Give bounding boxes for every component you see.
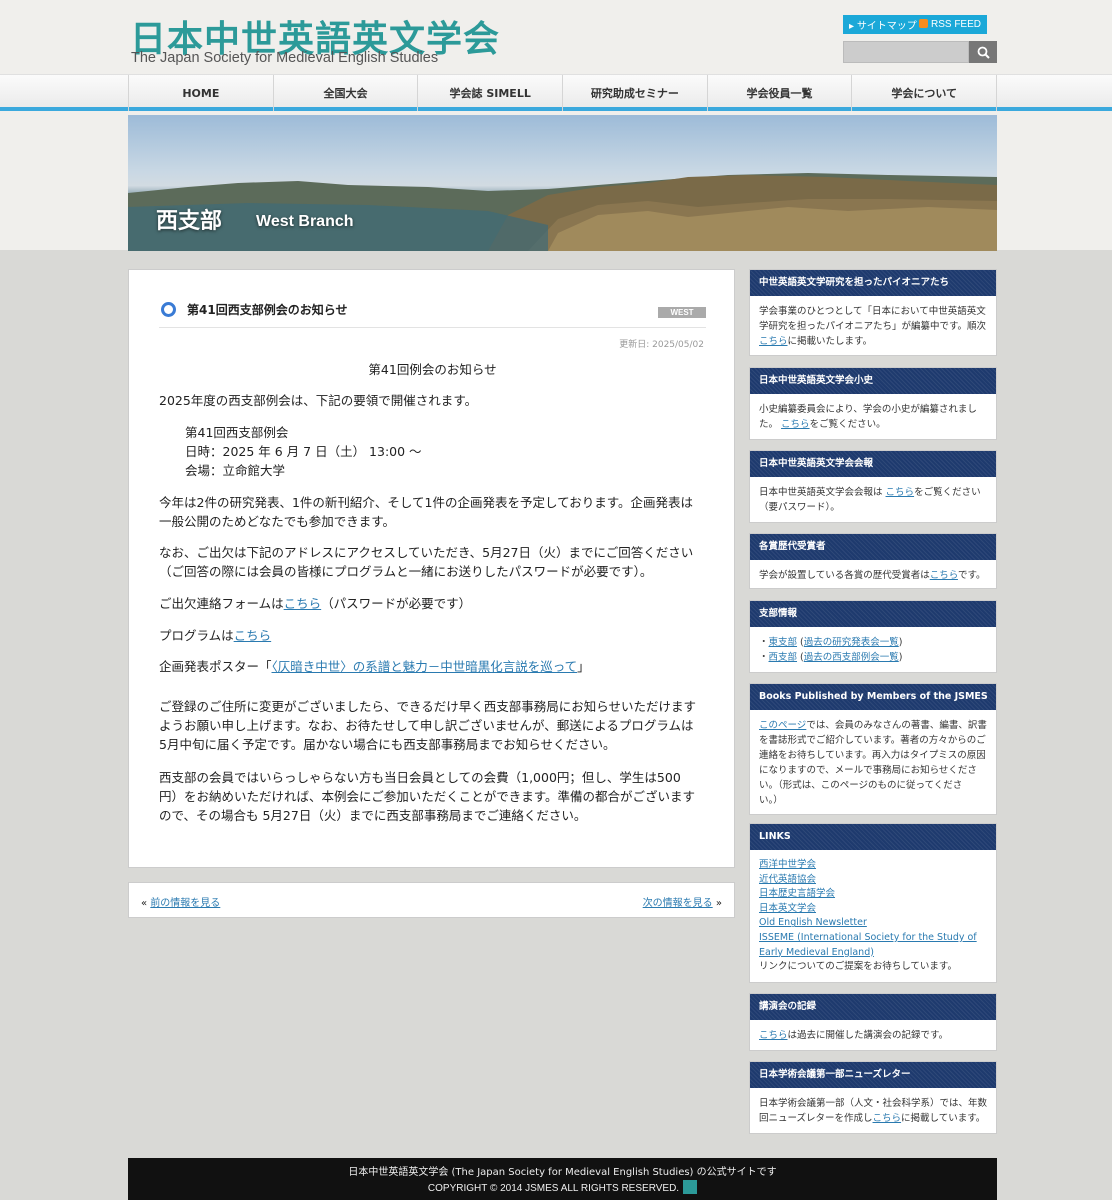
widget-title: LINKS <box>750 824 996 850</box>
widget-branches: 支部情報 ・東支部 (過去の研究発表会一覧) ・西支部 (過去の西支部例会一覧) <box>749 600 997 673</box>
next-post-link[interactable]: 次の情報を見る <box>643 898 713 909</box>
nav-national-conference[interactable]: 全国大会 <box>272 75 418 111</box>
post-title: 第41回西支部例会のお知らせ <box>187 303 348 317</box>
widget-books: Books Published by Members of the JSMES … <box>749 683 997 815</box>
widget-title: Books Published by Members of the JSMES <box>750 684 996 710</box>
site-footer: 日本中世英語英文学会 (The Japan Society for Mediev… <box>128 1158 997 1200</box>
attendance-form-link[interactable]: こちら <box>284 596 322 611</box>
rss-icon <box>918 19 928 28</box>
sitemap-link[interactable]: ▸ サイトマップ <box>849 17 917 32</box>
paragraph-text: なお、ご出欠は下記のアドレスにアクセスしていただき、5月27日（火）までにご回答… <box>159 545 694 560</box>
widget-title: 日本中世英語英文学会小史 <box>750 368 996 394</box>
widget-awards: 各賞歴代受賞者 学会が設置している各賞の歴代受賞者はこちらです。 <box>749 533 997 589</box>
footer-copyright: COPYRIGHT © 2014 JSMES ALL RIGHTS RESERV… <box>128 1180 997 1194</box>
prev-post: « 前の情報を見る <box>141 898 221 909</box>
paragraph-text: （ご回答の際には会員の皆様にプログラムと一緒にお送りしたパスワードが必要です）。 <box>159 564 653 579</box>
paragraph-text: ので、その場合も 5月27日（火）までに西支部事務局までご連絡ください。 <box>159 808 587 823</box>
updated-date: 更新日: 2025/05/02 <box>619 340 704 350</box>
ring-icon <box>161 302 176 317</box>
widget-title: 講演会の記録 <box>750 994 996 1020</box>
east-branch-link[interactable]: 東支部 <box>769 637 798 648</box>
scj-newsletter-link[interactable]: こちら <box>873 1113 902 1124</box>
paragraph-text: ようお願い申し上げます。なお、お待たせして申し訳ございませんが、郵送によるプログ… <box>159 718 694 733</box>
west-branch-link[interactable]: 西支部 <box>769 652 798 663</box>
program-link[interactable]: こちら <box>234 628 272 643</box>
widget-title: 支部情報 <box>750 601 996 627</box>
program-line: プログラムはこちら <box>159 628 272 643</box>
widget-title: 日本学術会議第一部ニューズレター <box>750 1062 996 1088</box>
search-icon <box>977 46 990 59</box>
nav-officers[interactable]: 学会役員一覧 <box>706 75 852 111</box>
link-item[interactable]: 日本歴史言語学会 <box>759 888 835 899</box>
paragraph-text: ご登録のご住所に変更がございましたら、できるだけ早く西支部事務局にお知らせいただ… <box>159 699 697 714</box>
link-item[interactable]: 西洋中世学会 <box>759 859 816 870</box>
link-item[interactable]: 日本英文学会 <box>759 903 816 914</box>
nav-about[interactable]: 学会について <box>851 75 998 111</box>
widget-history: 日本中世英語英文学会小史 小史編纂委員会により、学会の小史が編纂されまし た。 … <box>749 367 997 440</box>
books-page-link[interactable]: このページ <box>759 720 806 731</box>
main-nav: HOME 全国大会 学会誌 SIMELL 研究助成セミナー 学会役員一覧 学会に… <box>0 74 1112 111</box>
paragraph-text: 一般公開のためどなたでも参加できます。 <box>159 514 396 529</box>
nav-home[interactable]: HOME <box>128 75 273 111</box>
prev-post-link[interactable]: 前の情報を見る <box>150 898 220 909</box>
lectures-link[interactable]: こちら <box>759 1030 788 1041</box>
search-input[interactable] <box>843 41 969 63</box>
paragraph-text: 西支部の会員ではいらっしゃらない方も当日会員としての会費（1,000円；但し、学… <box>159 770 681 785</box>
attendance-form-line: ご出欠連絡フォームはこちら（パスワードが必要です） <box>159 596 472 611</box>
event-venue: 会場：立命館大学 <box>185 463 286 478</box>
newsletter-link[interactable]: こちら <box>886 487 915 498</box>
hero-title-en: West Branch <box>256 213 354 230</box>
search-button[interactable] <box>969 41 997 63</box>
poster-line: 企画発表ポスター「〈仄暗き中世〉の系譜と魅力－中世暗黒化言説を巡って」 <box>159 659 590 674</box>
post-pager: « 前の情報を見る 次の情報を見る » <box>128 882 735 918</box>
poster-link[interactable]: 〈仄暗き中世〉の系譜と魅力－中世暗黒化言説を巡って <box>272 659 578 674</box>
widget-lectures: 講演会の記録 こちらは過去に開催した講演会の記録です。 <box>749 993 997 1051</box>
next-post: 次の情報を見る » <box>642 898 722 909</box>
link-item[interactable]: Old English Newsletter <box>759 917 867 928</box>
post-header: 第41回西支部例会のお知らせ WEST <box>159 300 706 328</box>
nav-journal-simell[interactable]: 学会誌 SIMELL <box>417 75 562 111</box>
footer-description: 日本中世英語英文学会 (The Japan Society for Mediev… <box>348 1167 777 1178</box>
play-icon: ▸ <box>849 21 857 32</box>
hero-title-ja: 西支部 <box>156 209 223 234</box>
jsmes-logo-icon <box>683 1180 698 1194</box>
event-date: 日時：2025 年 6 月 7 日（土） 13:00 ～ <box>185 444 422 459</box>
link-item[interactable]: 近代英語協会 <box>759 874 816 885</box>
widget-links: LINKS 西洋中世学会 近代英語協会 日本歴史言語学会 日本英文学会 Old … <box>749 823 997 983</box>
category-badge[interactable]: WEST <box>658 307 706 318</box>
paragraph-text: 5月中旬に届く予定です。届かない場合にも西支部事務局までお知らせください。 <box>159 737 616 752</box>
widget-title: 日本中世英語英文学会会報 <box>750 451 996 477</box>
paragraph-text: 円）をお納めいただければ、本例会にご参加いただくことができます。準備の都合がござ… <box>159 789 696 804</box>
nav-seminar[interactable]: 研究助成セミナー <box>562 75 707 111</box>
widget-pioneers: 中世英語英文学研究を担ったパイオニアたち 学会事業のひとつとして「日本において中… <box>749 269 997 356</box>
event-name: 第41回西支部例会 <box>185 425 289 440</box>
top-links: ▸ サイトマップ RSS FEED <box>843 15 987 34</box>
widget-scj-newsletter: 日本学術会議第一部ニューズレター 日本学術会議第一部（人文・社会科学系）では、年… <box>749 1061 997 1134</box>
widget-title: 各賞歴代受賞者 <box>750 534 996 560</box>
site-logo-subtitle: The Japan Society for Medieval English S… <box>131 50 439 66</box>
paragraph-text: 今年は2件の研究発表、1件の新刊紹介、そして1件の企画発表を予定しております。企… <box>159 495 693 510</box>
link-item[interactable]: Early Medieval England) <box>759 947 874 958</box>
history-link[interactable]: こちら <box>781 419 810 430</box>
west-branch-history-link[interactable]: 過去の西支部例会一覧 <box>804 652 899 663</box>
post-article: 第41回西支部例会のお知らせ WEST 更新日: 2025/05/02 第41回… <box>128 269 735 868</box>
hero-banner: 西支部 West Branch <box>128 115 997 251</box>
rss-link[interactable]: RSS FEED <box>918 19 981 30</box>
post-heading: 第41回例会のお知らせ <box>368 362 497 377</box>
pioneers-link[interactable]: こちら <box>759 336 788 347</box>
widget-newsletter: 日本中世英語英文学会会報 日本中世英語英文学会会報は こちらをご覧ください （要… <box>749 450 997 523</box>
link-item[interactable]: ISSEME (International Society for the St… <box>759 932 977 943</box>
widget-title: 中世英語英文学研究を担ったパイオニアたち <box>750 270 996 296</box>
post-intro: 2025年度の西支部例会は、下記の要領で開催されます。 <box>159 393 478 408</box>
east-branch-history-link[interactable]: 過去の研究発表会一覧 <box>804 637 899 648</box>
awards-link[interactable]: こちら <box>930 570 958 581</box>
